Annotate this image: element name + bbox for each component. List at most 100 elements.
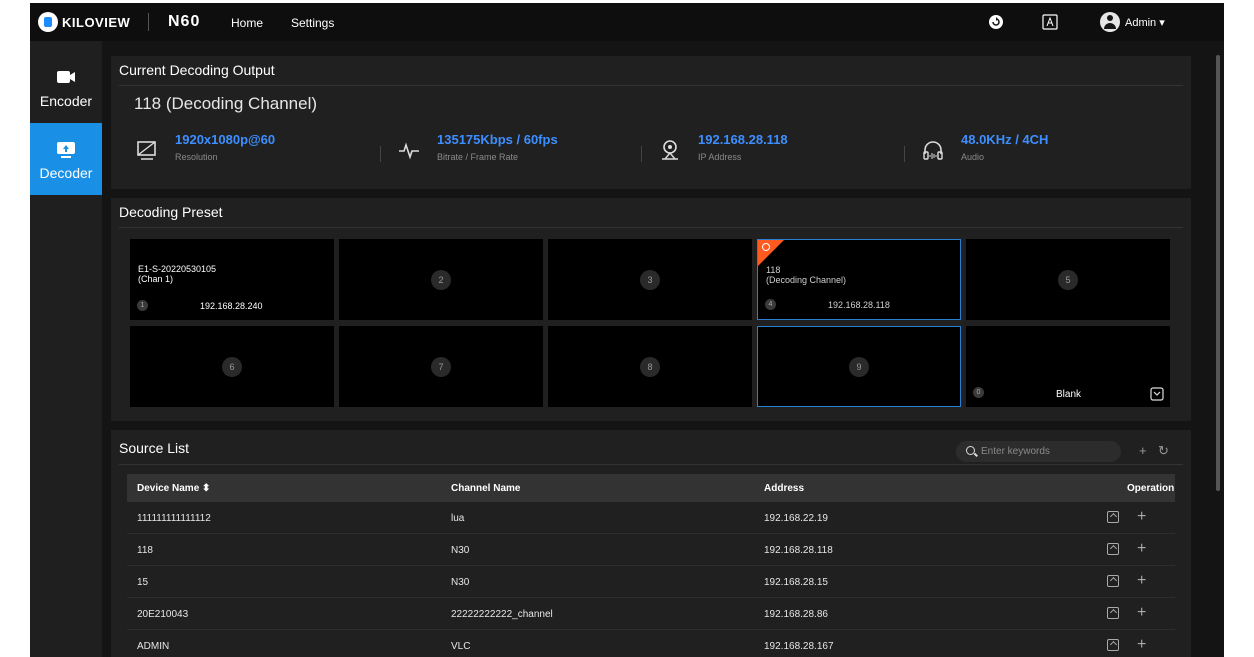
header-label: Device Name (137, 483, 200, 494)
column-device-name[interactable]: Device Name ⬍ (137, 483, 210, 494)
table-row[interactable]: 118 N30 192.168.28.118 + (127, 534, 1175, 566)
panel-title: Decoding Preset (119, 204, 223, 220)
camera-icon (57, 71, 75, 83)
table-header: Device Name ⬍ Channel Name Address Opera… (127, 474, 1175, 502)
column-address: Address (764, 483, 805, 494)
channel-name-cell: VLC (451, 641, 471, 652)
divider (119, 85, 1183, 86)
current-channel-name: 118 (Decoding Channel) (134, 94, 318, 113)
tile-number: 0 (973, 387, 984, 398)
decoding-preset-panel: Decoding Preset E1-S-20220530105 (Chan 1… (111, 198, 1191, 421)
table-row[interactable]: 111111111111112 lua 192.168.22.19 + (127, 502, 1175, 534)
stat-label: Audio (961, 152, 985, 162)
monitor-upload-icon (57, 142, 75, 158)
add-to-preset-icon[interactable]: + (1137, 508, 1146, 526)
tile-number: 4 (765, 299, 776, 310)
add-icon[interactable]: + (1139, 443, 1147, 458)
add-to-preset-icon[interactable]: + (1137, 572, 1146, 590)
device-name-cell: ADMIN (137, 641, 170, 652)
tile-number: 5 (1058, 269, 1078, 290)
refresh-icon[interactable]: ↻ (1158, 443, 1169, 459)
tile-number: 7 (431, 356, 451, 377)
device-name-cell: 15 (137, 577, 149, 588)
tile-number: 2 (431, 269, 451, 290)
divider (904, 146, 905, 162)
preset-tile-6[interactable]: 6 (130, 326, 334, 407)
table-row[interactable]: ADMIN VLC 192.168.28.167 + (127, 630, 1175, 657)
language-icon[interactable] (1042, 14, 1058, 30)
logo-mark-icon (38, 12, 58, 32)
current-output-panel: Current Decoding Output 118 (Decoding Ch… (111, 56, 1191, 189)
brand-logo[interactable]: KILOVIEW (38, 12, 130, 32)
search-input[interactable]: Enter keywords (981, 446, 1050, 457)
search-icon (966, 446, 975, 455)
headphones-icon (923, 141, 943, 160)
user-name: Admin (1125, 17, 1157, 29)
info-icon (762, 243, 770, 251)
preset-tile-2[interactable]: 2 (339, 239, 543, 320)
device-name-cell: 20E210043 (137, 609, 189, 620)
sidebar-item-label: Decoder (39, 165, 93, 181)
address-cell: 192.168.22.19 (764, 513, 828, 524)
tile-number: 6 (222, 356, 242, 377)
nav-home[interactable]: Home (231, 16, 263, 30)
search-box[interactable]: Enter keywords (956, 441, 1121, 462)
preset-tile-1[interactable]: E1-S-20220530105 (Chan 1) 1 192.168.28.2… (130, 239, 334, 320)
add-to-preset-icon[interactable]: + (1137, 636, 1146, 654)
address-cell: 192.168.28.167 (764, 641, 834, 652)
top-bar: KILOVIEW N60 Home Settings Admin ▾ (30, 3, 1224, 41)
preset-tile-4[interactable]: 118 (Decoding Channel) 4 192.168.28.118 (757, 239, 961, 320)
add-to-preset-icon[interactable]: + (1137, 604, 1146, 622)
stat-value: 48.0KHz / 4CH (961, 132, 1049, 147)
preset-tile-9[interactable]: 9 (757, 326, 961, 407)
refresh-icon[interactable] (988, 14, 1004, 30)
stat-label: Resolution (175, 152, 218, 162)
decode-icon[interactable] (1107, 639, 1119, 651)
preset-tile-blank[interactable]: 0 Blank (966, 326, 1170, 407)
decode-icon[interactable] (1107, 543, 1119, 555)
table-row[interactable]: 20E210043 22222222222_channel 192.168.28… (127, 598, 1175, 630)
display-icon (137, 141, 156, 160)
nav-settings[interactable]: Settings (291, 16, 334, 30)
tile-number: 3 (640, 269, 660, 290)
model-name: N60 (168, 13, 201, 30)
table-row[interactable]: 15 N30 192.168.28.15 + (127, 566, 1175, 598)
decode-icon[interactable] (1107, 511, 1119, 523)
channel-name-cell: lua (451, 513, 465, 524)
app-window: KILOVIEW N60 Home Settings Admin ▾ Encod… (30, 3, 1224, 657)
preset-tile-7[interactable]: 7 (339, 326, 543, 407)
preset-tile-5[interactable]: 5 (966, 239, 1170, 320)
scrollbar[interactable] (1216, 55, 1220, 491)
source-list-panel: Source List Enter keywords + ↻ Device Na… (111, 430, 1191, 657)
brand-name: KILOVIEW (62, 14, 131, 30)
panel-title: Current Decoding Output (119, 62, 275, 78)
device-name-cell: 118 (137, 545, 153, 556)
address-cell: 192.168.28.15 (764, 577, 828, 588)
tile-number: 8 (640, 356, 660, 377)
preset-tile-8[interactable]: 8 (548, 326, 752, 407)
tile-source-name: E1-S-20220530105 (Chan 1) (138, 264, 217, 284)
divider (119, 227, 1183, 228)
divider (380, 146, 381, 162)
divider (119, 464, 1183, 465)
tile-number: 9 (849, 356, 869, 377)
waveform-icon (399, 142, 419, 160)
decode-icon[interactable] (1107, 575, 1119, 587)
decode-icon[interactable] (1107, 607, 1119, 619)
divider (148, 13, 149, 31)
preset-tile-3[interactable]: 3 (548, 239, 752, 320)
address-cell: 192.168.28.86 (764, 609, 828, 620)
channel-name-cell: N30 (451, 577, 470, 588)
divider (641, 146, 642, 162)
user-avatar-icon[interactable] (1100, 12, 1120, 32)
stat-value: 135175Kbps / 60fps (437, 132, 558, 147)
device-name-cell: 111111111111112 (137, 513, 211, 524)
sort-icon: ⬍ (202, 483, 211, 494)
user-menu[interactable]: Admin ▾ (1125, 16, 1165, 29)
tile-number: 1 (137, 300, 148, 311)
tile-source-name: 118 (Decoding Channel) (766, 265, 847, 285)
sidebar-item-decoder[interactable]: Decoder (30, 123, 102, 195)
sidebar-item-encoder[interactable]: Encoder (30, 51, 102, 123)
expand-icon[interactable] (1150, 387, 1164, 401)
add-to-preset-icon[interactable]: + (1137, 540, 1146, 558)
